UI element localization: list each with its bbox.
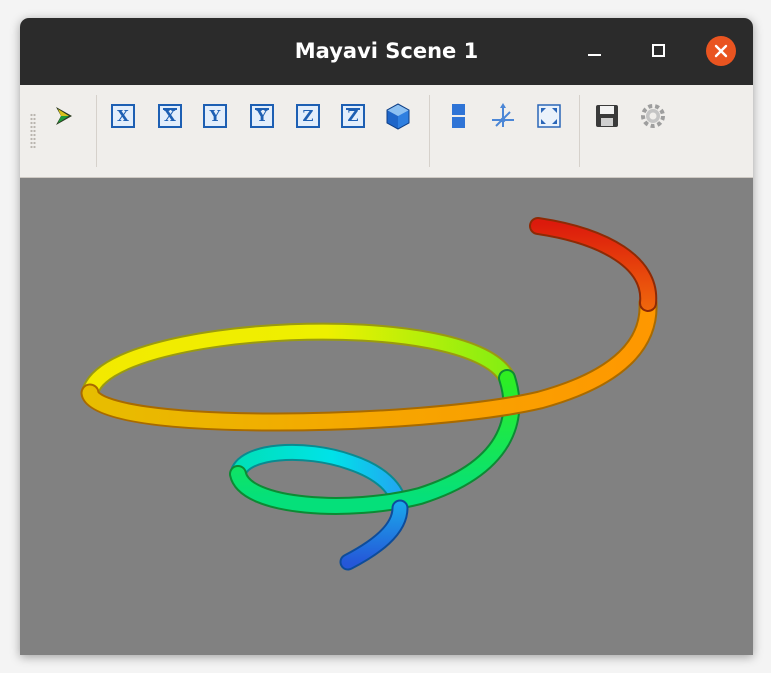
save-icon (596, 105, 618, 127)
scene-3d-viewport[interactable] (20, 178, 753, 655)
toolbar-separator (96, 95, 97, 167)
helix-middle-segment (229, 369, 521, 515)
maximize-button[interactable] (643, 35, 675, 67)
x-axis-view-icon: X (111, 104, 135, 128)
gear-icon (641, 104, 665, 128)
toolbar-separator (429, 95, 430, 167)
z-axis-view-icon: Z (296, 104, 320, 128)
helix-bottom-segment (339, 499, 409, 571)
toggle-axes-button[interactable] (488, 101, 518, 131)
y-axis-view-icon: Y (203, 104, 227, 128)
helix-tube-plot (80, 217, 658, 571)
y-axis-view-icon: Y (250, 104, 274, 128)
mayavi-window: Mayavi Scene 1 X X Y Y Z Z (20, 18, 753, 655)
mayavi-logo-icon (56, 107, 72, 125)
parallel-projection-button[interactable] (443, 101, 473, 131)
toolbar-grip-handle[interactable] (30, 113, 36, 149)
x-axis-view-icon: X (158, 104, 182, 128)
cube-icon (386, 103, 410, 130)
helix-top-segment (529, 217, 658, 312)
configure-scene-button[interactable] (638, 101, 668, 131)
close-button[interactable] (705, 35, 737, 67)
toolbar-separator (579, 95, 580, 167)
fullscreen-icon (537, 104, 561, 128)
mayavi-logo-button[interactable] (50, 101, 80, 131)
view-x-plus-button[interactable]: X (108, 101, 138, 131)
z-axis-view-icon: Z (341, 104, 365, 128)
axes-icon (492, 103, 514, 127)
view-z-minus-button[interactable]: Z (338, 101, 368, 131)
minimize-icon (588, 54, 601, 56)
helix-outer-front-segment (80, 293, 658, 432)
title-bar[interactable]: Mayavi Scene 1 (20, 18, 753, 85)
view-z-plus-button[interactable]: Z (293, 101, 323, 131)
scene-toolbar: X X Y Y Z Z (20, 85, 753, 178)
close-icon (706, 36, 736, 66)
full-screen-button[interactable] (534, 101, 564, 131)
minimize-button[interactable] (579, 35, 611, 67)
view-x-minus-button[interactable]: X (155, 101, 185, 131)
parallel-projection-icon (452, 104, 465, 128)
save-snapshot-button[interactable] (592, 101, 622, 131)
maximize-icon (652, 44, 665, 57)
view-y-plus-button[interactable]: Y (200, 101, 230, 131)
helix-outer-back-segment (81, 322, 516, 402)
isometric-view-button[interactable] (383, 101, 413, 131)
view-y-minus-button[interactable]: Y (247, 101, 277, 131)
